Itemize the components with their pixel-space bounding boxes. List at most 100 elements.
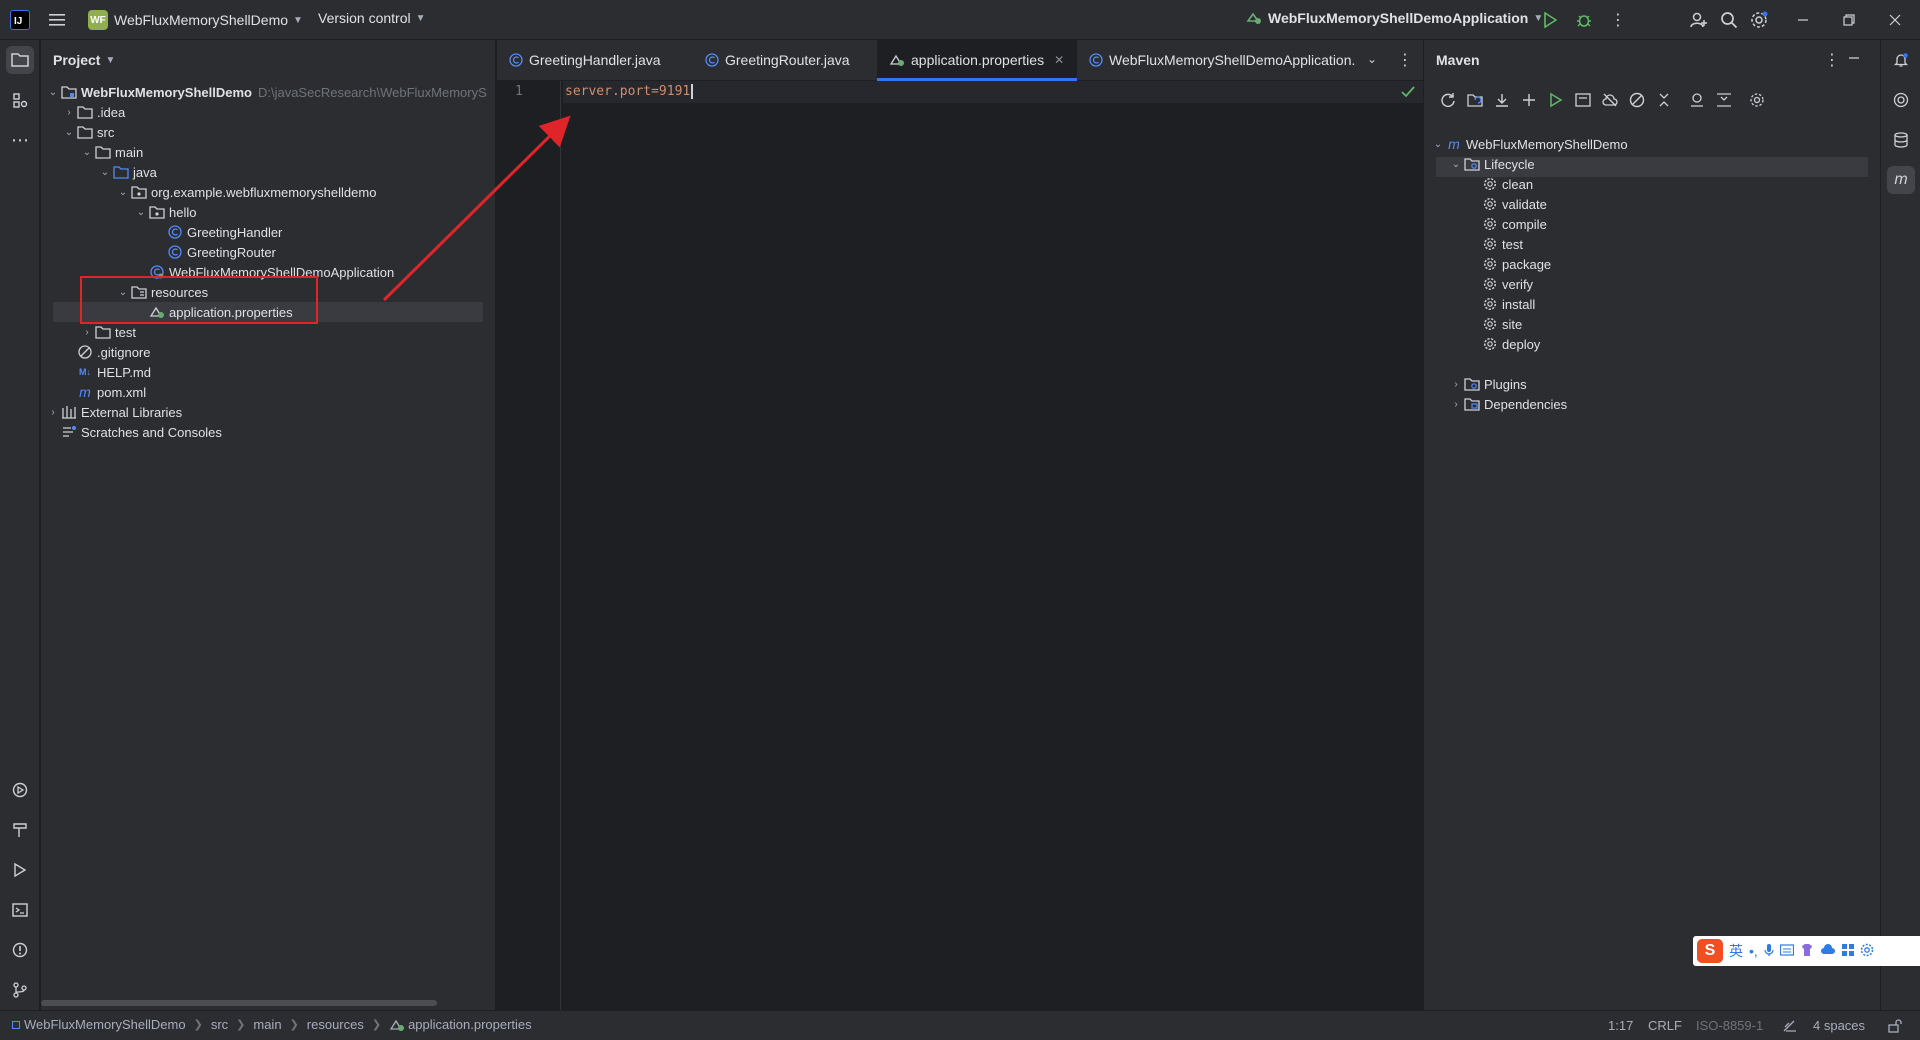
services-icon[interactable] <box>6 776 34 804</box>
skin-icon[interactable] <box>1800 943 1814 960</box>
toolbox-icon[interactable] <box>1841 943 1854 959</box>
maven-options-icon[interactable]: ⋮ <box>1824 50 1840 70</box>
git-icon[interactable] <box>6 976 34 1004</box>
skip-tests-icon[interactable] <box>1623 88 1650 112</box>
run-icon[interactable] <box>1540 10 1560 30</box>
ai-assistant-icon[interactable] <box>1887 86 1915 114</box>
tab-application-class[interactable]: WebFluxMemoryShellDemoApplication. <box>1077 40 1363 80</box>
breadcrumb-item[interactable]: src <box>211 1017 228 1032</box>
version-control-menu[interactable]: Version control ▼ <box>318 10 426 26</box>
execute-goal-icon[interactable] <box>1569 88 1596 112</box>
breadcrumb-item[interactable]: application.properties <box>408 1017 532 1032</box>
project-panel-header[interactable]: Project ▼ <box>41 40 495 80</box>
indent-setting[interactable]: 4 spaces <box>1813 1018 1865 1033</box>
build-icon[interactable] <box>6 816 34 844</box>
file-encoding[interactable]: ISO-8859-1 <box>1696 1018 1763 1033</box>
tree-item-idea[interactable]: › .idea <box>61 102 125 122</box>
line-separator[interactable]: CRLF <box>1648 1018 1682 1033</box>
more-actions-icon[interactable]: ⋮ <box>1608 10 1628 30</box>
horizontal-scrollbar[interactable] <box>41 1000 437 1006</box>
maven-goal-verify[interactable]: verify <box>1482 274 1533 294</box>
settings-icon[interactable] <box>1748 10 1770 30</box>
maven-tree-lifecycle[interactable]: ⌄ Lifecycle <box>1448 154 1535 174</box>
close-icon[interactable]: ✕ <box>1054 53 1064 67</box>
tree-item-gitignore[interactable]: .gitignore <box>77 342 150 362</box>
generate-sources-icon[interactable] <box>1461 88 1488 112</box>
caret-position[interactable]: 1:17 <box>1608 1018 1633 1033</box>
maven-tree-dependencies[interactable]: › Dependencies <box>1448 394 1567 414</box>
tree-item-external-libraries[interactable]: › External Libraries <box>45 402 182 422</box>
intellij-logo-icon[interactable]: IJ <box>10 10 30 30</box>
tabs-more-icon[interactable]: ⋮ <box>1397 50 1413 70</box>
tree-item-java[interactable]: ⌄ java <box>97 162 157 182</box>
minimize-window-icon[interactable] <box>1792 10 1814 30</box>
tree-item-main[interactable]: ⌄ main <box>79 142 143 162</box>
add-icon[interactable] <box>1515 88 1542 112</box>
tree-item-test[interactable]: › test <box>79 322 136 342</box>
debug-icon[interactable] <box>1574 10 1594 30</box>
restore-window-icon[interactable] <box>1838 10 1860 30</box>
collapse-all-icon[interactable] <box>1650 88 1677 112</box>
keyboard-icon[interactable] <box>1779 943 1794 959</box>
tree-item-greeting-router[interactable]: GreetingRouter <box>167 242 276 262</box>
structure-tool-icon[interactable] <box>6 86 34 114</box>
reload-icon[interactable] <box>1434 88 1461 112</box>
breadcrumb-item[interactable]: main <box>253 1017 281 1032</box>
inspection-ok-icon[interactable] <box>1401 86 1415 98</box>
hide-panel-icon[interactable] <box>1848 52 1860 64</box>
tree-item-hello[interactable]: ⌄ hello <box>133 202 197 222</box>
notifications-icon[interactable] <box>1887 46 1915 74</box>
search-icon[interactable] <box>1718 10 1740 30</box>
maven-tool-icon[interactable]: m <box>1887 166 1915 194</box>
maven-goal-package[interactable]: package <box>1482 254 1551 274</box>
maven-goal-install[interactable]: install <box>1482 294 1535 314</box>
terminal-icon[interactable] <box>6 896 34 924</box>
tab-greeting-handler[interactable]: GreetingHandler.java <box>497 40 693 80</box>
tree-item-pom-xml[interactable]: m pom.xml <box>77 382 146 402</box>
sogou-logo-icon[interactable]: S <box>1697 939 1723 963</box>
maven-settings-icon[interactable] <box>1743 88 1770 112</box>
download-icon[interactable] <box>1488 88 1515 112</box>
tree-item-src[interactable]: ⌄ src <box>61 122 115 142</box>
tab-application-properties[interactable]: application.properties ✕ <box>877 40 1077 81</box>
show-dependencies-icon[interactable] <box>1683 88 1710 112</box>
offline-mode-icon[interactable] <box>1596 88 1623 112</box>
ime-punctuation-icon[interactable]: •, <box>1749 943 1758 959</box>
problems-icon[interactable] <box>6 936 34 964</box>
ime-settings-icon[interactable] <box>1860 943 1874 960</box>
breadcrumb-item[interactable]: resources <box>307 1017 364 1032</box>
no-highlighting-icon[interactable] <box>1782 1019 1798 1033</box>
maven-goal-test[interactable]: test <box>1482 234 1523 254</box>
add-user-icon[interactable] <box>1688 10 1710 30</box>
tree-item-help-md[interactable]: M↓ HELP.md <box>77 362 151 382</box>
tree-item-greeting-handler[interactable]: GreetingHandler <box>167 222 282 242</box>
more-tools-icon[interactable]: ⋯ <box>6 126 34 154</box>
maven-tree-plugins[interactable]: › Plugins <box>1448 374 1526 394</box>
expand-icon[interactable] <box>1710 88 1737 112</box>
project-switcher[interactable]: WF WebFluxMemoryShellDemo ▼ <box>88 10 303 30</box>
tree-item-root[interactable]: ⌄ WebFluxMemoryShellDemo D:\javaSecResea… <box>45 82 487 102</box>
breadcrumb-item[interactable]: WebFluxMemoryShellDemo <box>24 1017 186 1032</box>
main-menu-icon[interactable] <box>48 10 68 30</box>
tree-item-scratches[interactable]: Scratches and Consoles <box>61 422 222 442</box>
maven-goal-compile[interactable]: compile <box>1482 214 1547 234</box>
ime-language-toggle[interactable]: 英 <box>1729 941 1743 961</box>
microphone-icon[interactable] <box>1764 943 1774 960</box>
unlock-icon[interactable] <box>1888 1019 1902 1033</box>
maven-tree-project[interactable]: ⌄ m WebFluxMemoryShellDemo <box>1430 134 1628 154</box>
close-window-icon[interactable] <box>1884 10 1906 30</box>
project-tool-icon[interactable] <box>6 46 34 74</box>
code-line-1[interactable]: server.port=9191 <box>565 84 694 99</box>
cloud-icon[interactable] <box>1820 943 1836 959</box>
run-maven-build-icon[interactable] <box>1542 88 1569 112</box>
tree-item-package[interactable]: ⌄ org.example.webfluxmemoryshelldemo <box>115 182 377 202</box>
maven-goal-validate[interactable]: validate <box>1482 194 1547 214</box>
maven-goal-deploy[interactable]: deploy <box>1482 334 1540 354</box>
run-tool-icon[interactable] <box>6 856 34 884</box>
maven-goal-site[interactable]: site <box>1482 314 1522 334</box>
tabs-dropdown-icon[interactable]: ⌄ <box>1367 52 1377 66</box>
tab-greeting-router[interactable]: GreetingRouter.java <box>693 40 877 80</box>
maven-goal-clean[interactable]: clean <box>1482 174 1533 194</box>
run-config-selector[interactable]: WebFluxMemoryShellDemoApplication ▼ <box>1246 10 1543 26</box>
database-icon[interactable] <box>1887 126 1915 154</box>
